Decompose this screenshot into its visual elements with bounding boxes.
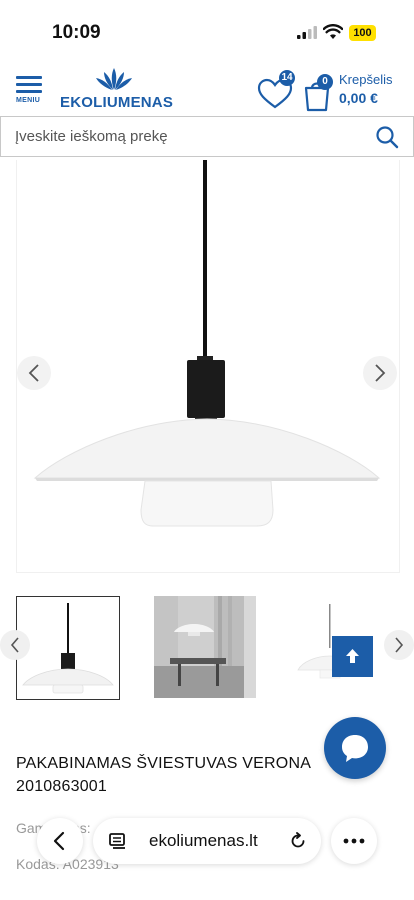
thumbnail-lamp-image — [22, 603, 114, 694]
logo-flower-icon — [96, 68, 132, 90]
pendant-lamp-image — [33, 160, 381, 527]
thumbnail-prev-button[interactable] — [0, 630, 30, 660]
scroll-top-button[interactable] — [332, 636, 373, 677]
product-title: PAKABINAMAS ŠVIESTUVAS VERONA 2010863001 — [16, 755, 311, 795]
thumbnail-next-button[interactable] — [384, 630, 414, 660]
thumbnail-2[interactable] — [154, 596, 256, 698]
menu-icon — [16, 76, 42, 79]
thumbnail-1[interactable] — [16, 596, 120, 700]
status-time: 10:09 — [52, 22, 101, 43]
search-bar — [0, 116, 414, 157]
browser-more-button[interactable] — [331, 818, 377, 864]
chat-icon — [342, 735, 368, 762]
status-bar: 10:09 100 — [0, 0, 414, 62]
product-image[interactable] — [16, 160, 400, 573]
wifi-icon — [323, 24, 343, 39]
cart-count-badge: 0 — [317, 74, 333, 90]
search-input[interactable] — [15, 117, 355, 156]
menu-label: MENIU — [16, 97, 41, 104]
tabs-icon — [109, 833, 125, 849]
chevron-left-icon — [53, 831, 65, 851]
image-prev-button[interactable] — [17, 356, 51, 390]
menu-icon-line — [16, 90, 42, 93]
menu-icon-line — [16, 83, 42, 86]
wishlist-button[interactable]: 14 — [256, 70, 296, 109]
chevron-left-icon — [28, 364, 39, 382]
more-icon — [343, 838, 365, 844]
browser-url: ekoliumenas.lt — [149, 831, 258, 850]
logo-text: EKOLIUMENAS — [60, 94, 174, 111]
chevron-right-icon — [375, 364, 386, 382]
browser-toolbar: ekoliumenas.lt — [0, 800, 414, 900]
search-icon[interactable] — [375, 125, 399, 149]
thumbnail-interior-image — [154, 596, 244, 698]
menu-button[interactable]: MENIU — [16, 76, 46, 112]
cart-total: 0,00 € — [339, 90, 378, 106]
arrow-up-icon — [346, 649, 359, 663]
cart-button[interactable]: 0 Krepšelis 0,00 € — [300, 70, 410, 112]
signal-icon — [297, 26, 317, 39]
reload-icon[interactable] — [289, 832, 307, 850]
image-next-button[interactable] — [363, 356, 397, 390]
chevron-right-icon — [395, 637, 404, 653]
chat-button[interactable] — [324, 717, 386, 779]
site-logo[interactable]: EKOLIUMENAS — [60, 68, 174, 112]
site-header: MENIU EKOLIUMENAS 14 0 Krepšelis 0,00 € — [0, 62, 414, 114]
wishlist-count-badge: 14 — [279, 70, 295, 86]
browser-back-button[interactable] — [37, 818, 83, 864]
browser-address-bar[interactable]: ekoliumenas.lt — [93, 818, 321, 864]
battery-indicator: 100 — [349, 25, 376, 41]
cart-label: Krepšelis — [339, 72, 393, 87]
chevron-left-icon — [10, 637, 19, 653]
